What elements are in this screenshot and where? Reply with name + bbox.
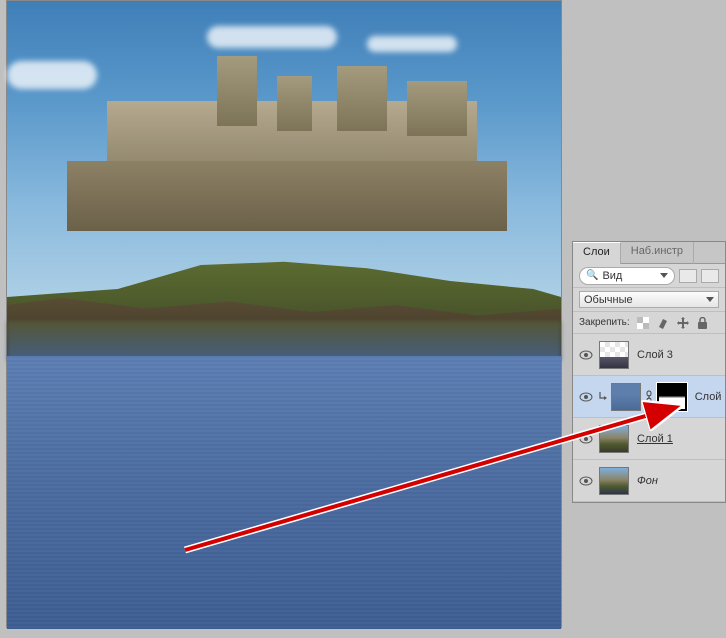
- lock-all-icon[interactable]: [696, 316, 710, 330]
- layer-thumbnail[interactable]: [611, 383, 641, 411]
- lock-transparency-icon[interactable]: [636, 316, 650, 330]
- layer-name[interactable]: Слой: [691, 391, 721, 403]
- layer-name[interactable]: Фон: [633, 475, 658, 487]
- eye-icon: [579, 392, 593, 402]
- layer-filter-label: Вид: [602, 270, 622, 282]
- visibility-toggle[interactable]: [577, 392, 595, 402]
- panel-tabs: Слои Наб.инстр: [573, 242, 725, 264]
- visibility-toggle[interactable]: [577, 476, 595, 486]
- clipping-indicator-icon: [599, 392, 607, 402]
- blend-mode-row: Обычные: [573, 288, 725, 312]
- layer-thumbnail[interactable]: [599, 467, 629, 495]
- layer-row-selected[interactable]: Слой: [573, 376, 725, 418]
- filter-chip[interactable]: [679, 269, 697, 283]
- chevron-down-icon: [706, 297, 714, 303]
- layer-thumbnail[interactable]: [599, 425, 629, 453]
- castle-tower: [337, 66, 387, 131]
- tab-adjustments[interactable]: Наб.инстр: [621, 242, 694, 264]
- layer-thumbnail[interactable]: [599, 341, 629, 369]
- tab-layers[interactable]: Слои: [573, 242, 621, 264]
- castle-tower: [217, 56, 257, 126]
- layer-mask-thumbnail[interactable]: [657, 383, 687, 411]
- layer-filter-select[interactable]: 🔍 Вид: [579, 267, 675, 285]
- lock-label: Закрепить:: [579, 317, 630, 328]
- castle-tower: [407, 81, 467, 136]
- lock-move-icon[interactable]: [676, 316, 690, 330]
- eye-icon: [579, 434, 593, 444]
- cloud: [207, 26, 337, 48]
- eye-icon: [579, 476, 593, 486]
- layers-list: Слой 3 Слой Слой 1: [573, 334, 725, 502]
- blend-mode-value: Обычные: [584, 294, 633, 306]
- eye-icon: [579, 350, 593, 360]
- layers-panel: Слои Наб.инстр 🔍 Вид Обычные Закрепить:: [572, 241, 726, 503]
- layer-filter-row: 🔍 Вид: [573, 264, 725, 288]
- layer-row[interactable]: Слой 1: [573, 418, 725, 460]
- chevron-down-icon: [660, 273, 668, 279]
- layer-row[interactable]: Фон: [573, 460, 725, 502]
- reflection-strip: [7, 321, 561, 361]
- cloud: [367, 36, 457, 52]
- layer-row[interactable]: Слой 3: [573, 334, 725, 376]
- layer-name[interactable]: Слой 3: [633, 349, 673, 361]
- filter-chip[interactable]: [701, 269, 719, 283]
- lock-paint-icon[interactable]: [656, 316, 670, 330]
- mask-link-icon[interactable]: [645, 390, 653, 404]
- document-canvas[interactable]: [6, 0, 562, 628]
- layer-name[interactable]: Слой 1: [633, 433, 673, 445]
- blend-mode-select[interactable]: Обычные: [579, 291, 719, 308]
- visibility-toggle[interactable]: [577, 434, 595, 444]
- cloud: [7, 61, 97, 89]
- water-surface: [7, 356, 561, 629]
- lock-row: Закрепить:: [573, 312, 725, 334]
- search-icon: 🔍: [586, 270, 598, 281]
- castle-tower: [277, 76, 312, 131]
- castle-base: [67, 161, 507, 231]
- visibility-toggle[interactable]: [577, 350, 595, 360]
